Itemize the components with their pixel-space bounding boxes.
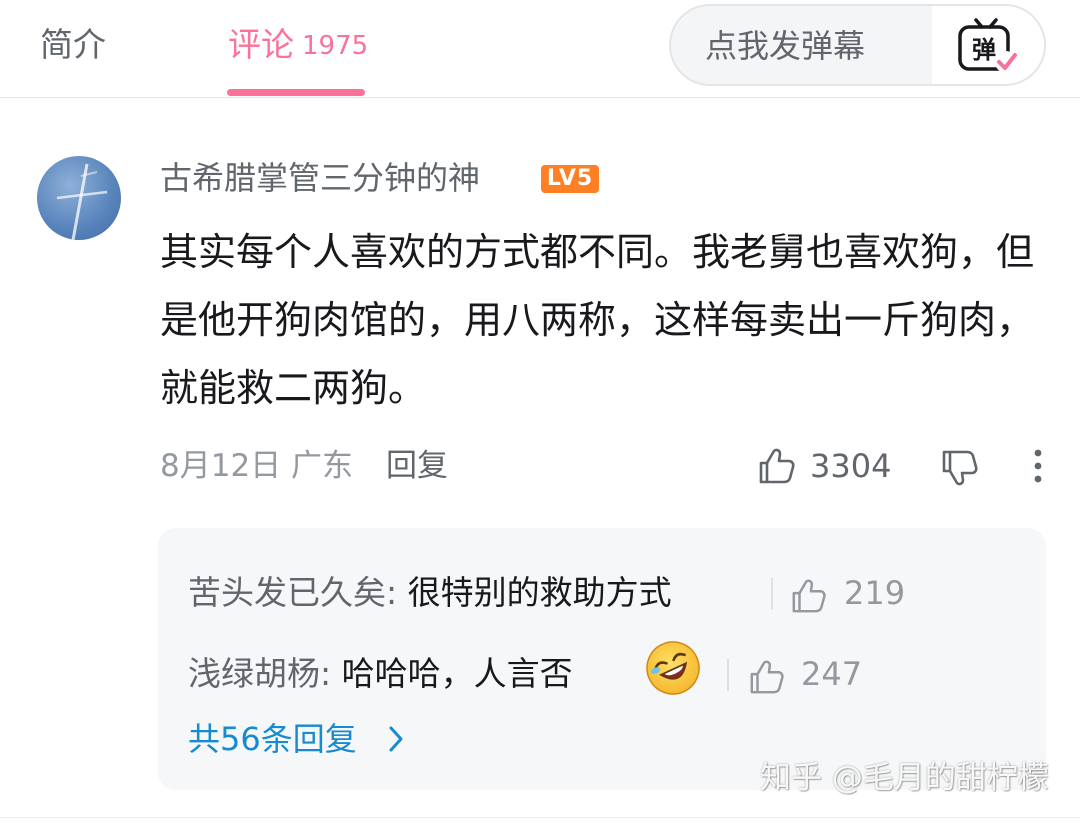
divider xyxy=(727,659,729,691)
sub-reply-user[interactable]: 浅绿胡杨 xyxy=(188,654,320,693)
more-replies-label: 共56条回复 xyxy=(188,720,357,758)
comment-username[interactable]: 古希腊掌管三分钟的神 xyxy=(160,155,480,201)
tab-intro-label: 简介 xyxy=(40,25,106,64)
danmaku-placeholder: 点我发弹幕 xyxy=(705,27,866,65)
sub-reply-colon: : xyxy=(320,654,342,693)
sub-replies-box: 苦头发已久矣: 很特别的救助方式 219 浅绿胡杨: 哈哈哈，人言否 247 共… xyxy=(158,528,1046,790)
divider xyxy=(0,817,1080,818)
sub-reply[interactable]: 浅绿胡杨: 哈哈哈，人言否 xyxy=(188,651,573,697)
danmaku-toggle-button[interactable]: 弹 xyxy=(932,6,1044,84)
comment-page: 简介 评论 1975 点我发弹幕 弹 古希腊掌管三分钟的神 LV5 其实每个人喜… xyxy=(0,0,1080,824)
thumbs-up-icon[interactable] xyxy=(757,446,797,486)
laughing-emoji-icon xyxy=(646,641,700,695)
sub-reply-user[interactable]: 苦头发已久矣 xyxy=(188,573,386,612)
avatar[interactable] xyxy=(37,156,121,240)
view-more-replies-link[interactable]: 共56条回复 xyxy=(188,717,403,761)
comment-date-location: 8月12日 广东 xyxy=(160,448,354,484)
active-tab-indicator xyxy=(227,89,365,96)
sub-reply-colon: : xyxy=(386,573,408,612)
tab-comments[interactable]: 评论 1975 xyxy=(228,22,368,68)
danmaku-input[interactable]: 点我发弹幕 弹 xyxy=(669,4,1046,86)
sub-reply[interactable]: 苦头发已久矣: 很特别的救助方式 xyxy=(188,570,672,616)
tab-comments-count: 1975 xyxy=(302,31,369,61)
avatar-image xyxy=(56,163,108,240)
sub-reply-text: 哈哈哈，人言否 xyxy=(341,654,573,693)
like-count: 3304 xyxy=(810,447,892,485)
divider xyxy=(771,578,773,610)
level-badge: LV5 xyxy=(541,165,599,193)
sub-reply-text: 很特别的救助方式 xyxy=(407,573,672,612)
sub-reply-like-count: 247 xyxy=(801,655,863,693)
tab-comments-label: 评论 xyxy=(228,25,294,64)
thumbs-down-icon[interactable] xyxy=(940,448,980,488)
comment-text: 其实每个人喜欢的方式都不同。我老舅也喜欢狗，但是他开狗肉馆的，用八两称，这样每卖… xyxy=(160,230,1035,410)
more-vertical-icon[interactable] xyxy=(1030,449,1046,485)
thumbs-up-icon[interactable] xyxy=(748,658,786,696)
danmaku-icon: 弹 xyxy=(958,18,1017,73)
danmaku-icon-glyph: 弹 xyxy=(972,36,996,64)
thumbs-up-icon[interactable] xyxy=(790,577,828,615)
watermark: 知乎 @毛月的甜柠檬 xyxy=(760,760,1049,796)
chevron-right-icon xyxy=(389,726,403,752)
reply-button[interactable]: 回复 xyxy=(386,445,448,487)
tab-intro[interactable]: 简介 xyxy=(40,22,106,68)
tab-bar: 简介 评论 1975 点我发弹幕 弹 xyxy=(0,0,1080,98)
sub-reply-like-count: 219 xyxy=(844,574,906,612)
